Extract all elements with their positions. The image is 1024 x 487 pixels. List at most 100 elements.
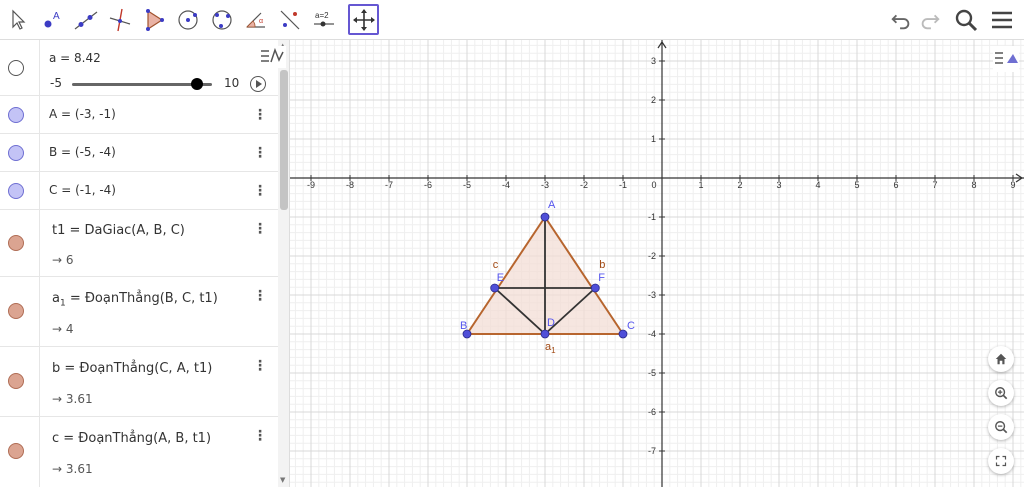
home-view-button[interactable] bbox=[988, 346, 1014, 372]
algebra-scrollbar[interactable]: ▲ ▼ bbox=[278, 40, 289, 487]
more-options-icon[interactable]: ⋮ bbox=[253, 145, 267, 161]
minor-gridlines bbox=[290, 40, 1024, 487]
point-label-b: B bbox=[460, 320, 467, 332]
point-a-definition[interactable]: A = (-3, -1) bbox=[49, 107, 116, 121]
visibility-toggle[interactable] bbox=[8, 145, 24, 161]
reflect-tool[interactable] bbox=[274, 4, 305, 35]
scrollbar-thumb[interactable] bbox=[280, 70, 288, 210]
algebra-row-point-b[interactable]: B = (-5, -4) ⋮ bbox=[0, 134, 278, 172]
play-animation-button[interactable] bbox=[250, 76, 266, 92]
redo-icon bbox=[921, 14, 940, 30]
slider-definition[interactable]: a = 8.42 bbox=[49, 51, 101, 65]
x-tick-label: -1 bbox=[619, 180, 627, 190]
visibility-toggle[interactable] bbox=[8, 183, 24, 199]
algebra-row-slider-a[interactable]: a = 8.42 -5 10 bbox=[0, 40, 278, 96]
y-tick-label: 1 bbox=[651, 134, 656, 144]
segment-label-a1: a1 bbox=[545, 341, 556, 355]
undo-icon bbox=[891, 14, 910, 30]
search-button[interactable] bbox=[951, 6, 981, 34]
y-tick-label: -7 bbox=[648, 446, 656, 456]
segment-a1-definition[interactable]: a1 = ĐoạnThẳng(B, C, t1) bbox=[52, 291, 218, 309]
algebra-row-segment-b[interactable]: b = ĐoạnThẳng(C, A, t1) → 3.61 ⋮ bbox=[0, 347, 278, 417]
visibility-toggle[interactable] bbox=[8, 373, 24, 389]
more-options-icon[interactable]: ⋮ bbox=[253, 183, 267, 199]
perpendicular-line-tool[interactable] bbox=[104, 4, 135, 35]
more-options-icon[interactable]: ⋮ bbox=[253, 288, 267, 304]
svg-text:A: A bbox=[53, 11, 60, 22]
zoom-in-icon bbox=[995, 387, 1008, 400]
algebra-style-bar-button[interactable] bbox=[258, 46, 286, 68]
x-tick-label: 8 bbox=[971, 180, 976, 190]
x-tick-label: 2 bbox=[737, 180, 742, 190]
coordinate-plane[interactable]: -9 -8 -7 -6 -5 -4 -3 -2 -1 0 1 2 3 4 5 6 7 8 9 3 2 1 -1 -2 -3 -4… bbox=[290, 40, 1024, 487]
circle-through-points-tool[interactable] bbox=[206, 4, 237, 35]
more-options-icon[interactable]: ⋮ bbox=[253, 428, 267, 444]
redo-button[interactable] bbox=[915, 6, 945, 34]
x-tick-label: 0 bbox=[651, 180, 656, 190]
x-tick-label: -4 bbox=[502, 180, 510, 190]
x-tick-label: 5 bbox=[854, 180, 859, 190]
reflect-line-icon bbox=[280, 10, 299, 29]
move-tool[interactable] bbox=[2, 4, 33, 35]
graphics-view[interactable]: -9 -8 -7 -6 -5 -4 -3 -2 -1 0 1 2 3 4 5 6 7 8 9 3 2 1 -1 -2 -3 -4… bbox=[290, 40, 1024, 487]
zoom-out-button[interactable] bbox=[988, 414, 1014, 440]
line-through-points-icon bbox=[74, 11, 97, 29]
slider-tool[interactable]: a=2 bbox=[308, 4, 339, 35]
main-menu-button[interactable] bbox=[987, 6, 1017, 34]
point-c-definition[interactable]: C = (-1, -4) bbox=[49, 183, 116, 197]
polygon-icon bbox=[145, 8, 164, 31]
algebra-row-polygon-t1[interactable]: t1 = DaGiac(A, B, C) → 6 ⋮ bbox=[0, 210, 278, 277]
algebra-row-segment-c[interactable]: c = ĐoạnThẳng(A, B, t1) → 3.61 ⋮ bbox=[0, 417, 278, 487]
point-label-d: D bbox=[547, 317, 555, 329]
visibility-toggle[interactable] bbox=[8, 60, 24, 76]
hamburger-menu-icon bbox=[992, 11, 1012, 29]
slider-knob[interactable] bbox=[191, 78, 204, 90]
move-graphics-tool[interactable] bbox=[348, 4, 379, 35]
undo-button[interactable] bbox=[886, 6, 916, 34]
slider-icon: a=2 bbox=[313, 11, 334, 26]
more-options-icon[interactable]: ⋮ bbox=[253, 358, 267, 374]
segment-b-definition[interactable]: b = ĐoạnThẳng(C, A, t1) bbox=[52, 361, 212, 376]
polygon-t1-value: → 6 bbox=[52, 253, 74, 267]
x-tick-label: -3 bbox=[541, 180, 549, 190]
zoom-in-button[interactable] bbox=[988, 380, 1014, 406]
more-options-icon[interactable]: ⋮ bbox=[253, 107, 267, 123]
segment-a1-value: → 4 bbox=[52, 322, 74, 336]
point-b-definition[interactable]: B = (-5, -4) bbox=[49, 145, 116, 159]
point-label-f: F bbox=[598, 272, 605, 284]
scroll-down-icon[interactable]: ▼ bbox=[280, 476, 285, 484]
point-label-c: C bbox=[627, 320, 635, 332]
x-tick-label: -8 bbox=[346, 180, 354, 190]
x-tick-label: 3 bbox=[776, 180, 781, 190]
segment-label-b: b bbox=[599, 259, 605, 271]
graphics-style-bar-button[interactable] bbox=[993, 46, 1019, 72]
point-tool[interactable]: A bbox=[36, 4, 67, 35]
visibility-toggle[interactable] bbox=[8, 443, 24, 459]
segment-c-definition[interactable]: c = ĐoạnThẳng(A, B, t1) bbox=[52, 431, 211, 446]
svg-text:a=2: a=2 bbox=[315, 11, 329, 20]
visibility-toggle[interactable] bbox=[8, 235, 24, 251]
y-tick-label: -4 bbox=[648, 329, 656, 339]
x-tick-label: 6 bbox=[893, 180, 898, 190]
x-tick-label: 9 bbox=[1010, 180, 1015, 190]
zoom-out-icon bbox=[995, 421, 1008, 434]
angle-tool[interactable]: α bbox=[240, 4, 271, 35]
point-e bbox=[490, 283, 500, 293]
segment-tool[interactable] bbox=[70, 4, 101, 35]
polygon-t1-definition[interactable]: t1 = DaGiac(A, B, C) bbox=[52, 223, 185, 238]
visibility-toggle[interactable] bbox=[8, 303, 24, 319]
segment-b-value: → 3.61 bbox=[52, 392, 93, 406]
slider-max-label: 10 bbox=[224, 76, 240, 90]
algebra-row-point-c[interactable]: C = (-1, -4) ⋮ bbox=[0, 172, 278, 210]
home-icon bbox=[995, 353, 1007, 365]
algebra-row-segment-a1[interactable]: a1 = ĐoạnThẳng(B, C, t1) → 4 ⋮ bbox=[0, 277, 278, 347]
x-axis-tick-labels: -9 -8 -7 -6 -5 -4 -3 -2 -1 0 1 2 3 4 5 6 7 8 9 bbox=[307, 180, 1016, 190]
search-icon bbox=[955, 9, 978, 32]
more-options-icon[interactable]: ⋮ bbox=[253, 221, 267, 237]
circle-tool[interactable] bbox=[172, 4, 203, 35]
visibility-toggle[interactable] bbox=[8, 107, 24, 123]
fullscreen-button[interactable] bbox=[988, 448, 1014, 474]
polygon-tool[interactable] bbox=[138, 4, 169, 35]
algebra-row-point-a[interactable]: A = (-3, -1) ⋮ bbox=[0, 96, 278, 134]
y-tick-label: 3 bbox=[651, 56, 656, 66]
